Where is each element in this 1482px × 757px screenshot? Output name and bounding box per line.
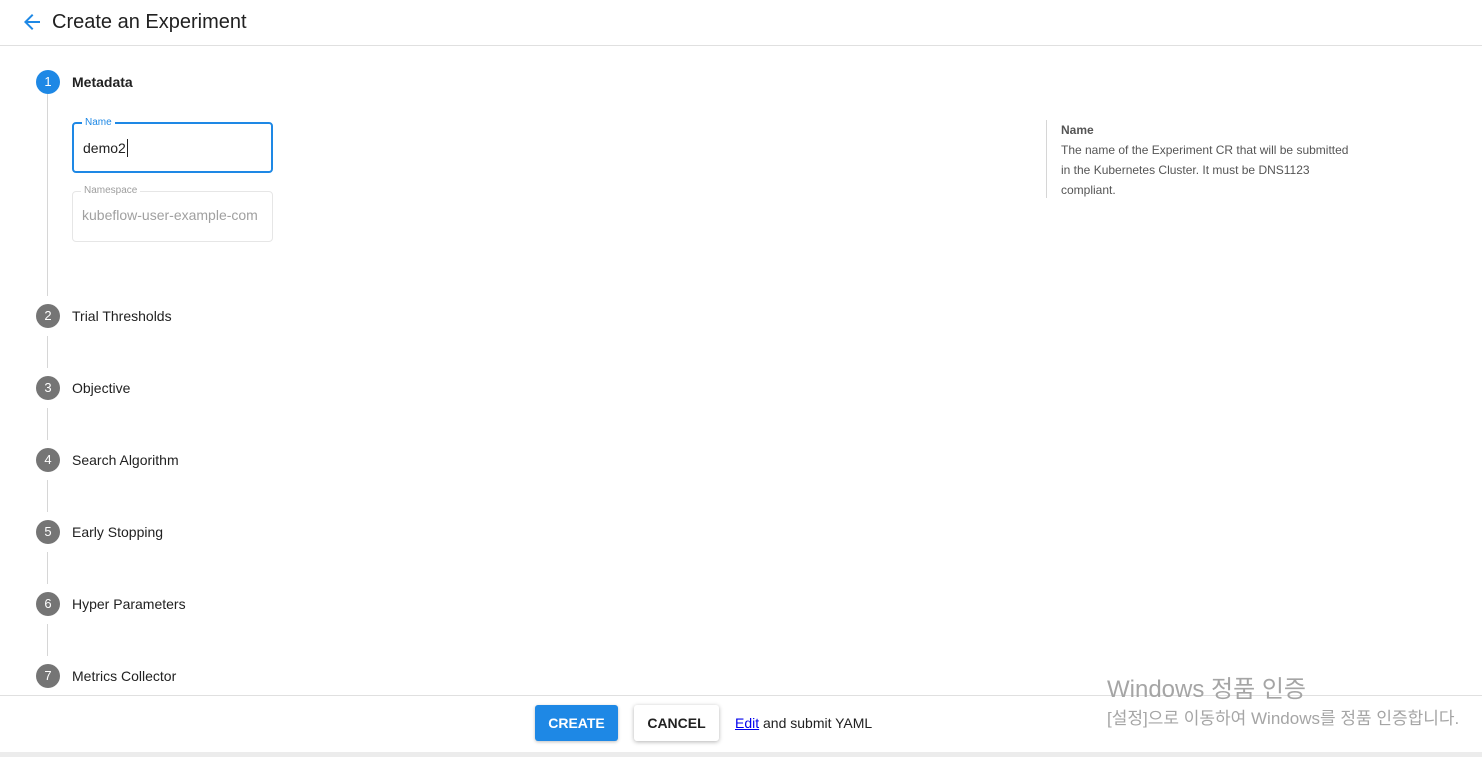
step-number: 5: [36, 520, 60, 544]
step-label: Hyper Parameters: [72, 596, 186, 612]
action-bar: CREATE CANCEL Edit and submit YAML: [0, 695, 1482, 752]
step-number: 3: [36, 376, 60, 400]
experiment-stepper: 1 Metadata Name Namespace 2 Trial Thresh…: [0, 46, 1482, 695]
arrow-left-icon: [24, 14, 40, 30]
yaml-edit-line: Edit and submit YAML: [735, 714, 872, 732]
step-connector: [47, 336, 48, 368]
help-panel: Name The name of the Experiment CR that …: [1046, 120, 1356, 198]
step-label: Trial Thresholds: [72, 308, 172, 324]
namespace-field-label: Namespace: [81, 184, 141, 198]
step-number: 7: [36, 664, 60, 688]
step-connector: [47, 408, 48, 440]
name-field[interactable]: Name: [72, 116, 273, 173]
edit-yaml-link[interactable]: Edit: [735, 715, 759, 731]
step-label: Metadata: [72, 74, 133, 90]
step-number: 2: [36, 304, 60, 328]
step-connector: [47, 480, 48, 512]
page-title: Create an Experiment: [52, 11, 247, 33]
help-title: Name: [1061, 123, 1094, 137]
step-connector: [47, 624, 48, 656]
taskbar-strip: [0, 752, 1482, 757]
step-connector: [47, 552, 48, 584]
name-field-label: Name: [82, 116, 115, 130]
namespace-field: Namespace: [72, 184, 273, 242]
step-number: 6: [36, 592, 60, 616]
step-connector: [47, 94, 48, 296]
step-label: Search Algorithm: [72, 452, 179, 468]
step-label: Objective: [72, 380, 131, 396]
name-input[interactable]: [83, 137, 263, 159]
cancel-button[interactable]: CANCEL: [634, 705, 719, 741]
back-button[interactable]: [20, 10, 44, 34]
page-header: Create an Experiment: [0, 0, 1482, 46]
namespace-input: [82, 204, 262, 226]
text-caret: [127, 139, 128, 157]
step-label: Metrics Collector: [72, 668, 177, 684]
step-label: Early Stopping: [72, 524, 164, 540]
step-number: 4: [36, 448, 60, 472]
yaml-text: and submit YAML: [759, 715, 873, 731]
help-text: The name of the Experiment CR that will …: [1061, 143, 1349, 197]
step-number: 1: [36, 70, 60, 94]
create-button[interactable]: CREATE: [535, 705, 618, 741]
